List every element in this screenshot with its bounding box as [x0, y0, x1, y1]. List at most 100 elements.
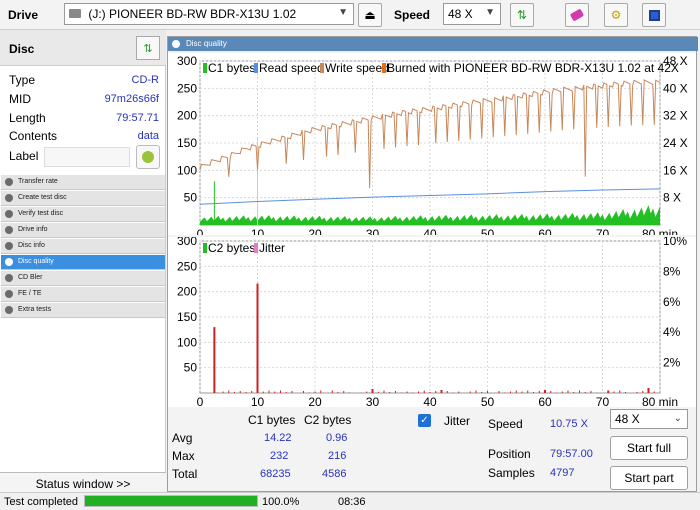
drive-icon	[69, 9, 81, 18]
drive-select[interactable]: (J:) PIONEER BD-RW BDR-X13U 1.02 ▼	[64, 3, 354, 25]
disc-mid-label: MID	[9, 92, 31, 106]
c1-x-tick: 20	[308, 227, 322, 235]
c1-y2-tick: 24 X	[663, 136, 688, 150]
legend-c2-swatch	[203, 243, 207, 253]
start-part-button[interactable]: Start part	[610, 466, 688, 490]
test-speed-select[interactable]: 48 X ⌄	[610, 409, 688, 429]
c2-x-tick: 30	[366, 395, 380, 407]
legend-read-swatch	[254, 63, 258, 73]
stats-max-c2: 216	[328, 450, 347, 462]
legend-read-speed: Read speed	[259, 61, 324, 75]
c1-y2-tick: 16 X	[663, 163, 688, 177]
c2-x-tick: 20	[308, 395, 322, 407]
c1-y2-axis: 8 X16 X24 X32 X40 X48 X	[663, 54, 688, 205]
disc-header: Disc ⇅	[0, 30, 166, 66]
c1-y2-tick: 8 X	[663, 191, 681, 205]
test-speed-value: 48 X	[615, 412, 640, 426]
menu-disc-info[interactable]: Disc info	[1, 239, 165, 254]
menu-transfer-rate[interactable]: Transfer rate	[1, 175, 165, 190]
progress-label: 100.0%	[262, 496, 300, 508]
c1-x-tick: 70	[596, 227, 610, 235]
progress-bar	[84, 495, 258, 507]
c2-y2-axis: 2% 4% 6% 8% 10%	[663, 237, 687, 370]
speed-select[interactable]: 48 X ▼	[443, 3, 501, 25]
menu-cd-bler[interactable]: CD Bler	[1, 271, 165, 286]
c2-y-tick: 250	[177, 259, 197, 273]
check-circle-icon	[142, 151, 154, 163]
label-apply-button[interactable]	[136, 145, 160, 169]
transfer-rate-icon	[5, 178, 13, 186]
c1-y-tick: 100	[177, 163, 197, 177]
disc-quality-icon	[172, 40, 180, 48]
disc-refresh-button[interactable]: ⇅	[136, 36, 160, 60]
refresh-speed-button[interactable]: ⇅	[510, 3, 534, 27]
c2-y-tick: 100	[177, 335, 197, 349]
legend-c2-bytes: C2 bytes	[208, 241, 255, 255]
samples-label: Samples	[488, 466, 535, 480]
stats-max-label: Max	[172, 449, 195, 463]
legend-c1-swatch	[203, 63, 207, 73]
speed-select-value: 48 X	[448, 7, 473, 21]
disc-mid-value: 97m26s66f	[104, 93, 159, 105]
disc-quality-icon	[5, 258, 13, 266]
chevron-down-icon: ▼	[485, 7, 495, 18]
c2-legend: C2 bytes Jitter	[203, 241, 285, 255]
fe-te-icon	[5, 290, 13, 298]
c1-y-tick: 50	[184, 191, 198, 205]
start-full-button[interactable]: Start full	[610, 436, 688, 460]
disc-quality-panel: Disc quality 50 100 150 200 250 300 8 X 16 X 24…	[167, 36, 698, 492]
options-button[interactable]: ⚙	[604, 3, 628, 27]
drive-label: Drive	[8, 8, 39, 22]
c2-x-tick: 50	[481, 395, 495, 407]
disc-contents-value: data	[137, 130, 159, 142]
stats-c2-header: C2 bytes	[304, 413, 352, 427]
legend-burned-info: Burned with PIONEER BD-RW BDR-X13U 1.02 …	[387, 61, 679, 75]
c2-y2-tick: 2%	[663, 356, 681, 370]
c2-y2-tick: 4%	[663, 325, 681, 339]
eject-icon: ⏏	[364, 8, 376, 22]
c1-y-tick: 250	[177, 81, 197, 95]
c2-y-tick: 150	[177, 310, 197, 324]
checkmark-icon: ✓	[420, 415, 429, 426]
stats-avg-label: Avg	[172, 431, 193, 445]
panel-title-text: Disc quality	[186, 39, 227, 48]
speed-stat-value: 10.75 X	[550, 418, 588, 430]
menu-verify-test-disc[interactable]: Verify test disc	[1, 207, 165, 222]
c1-x-tick: 30	[366, 227, 380, 235]
menu-extra-tests[interactable]: Extra tests	[1, 303, 165, 318]
jitter-label: Jitter	[444, 414, 471, 428]
stats-avg-c1: 14.22	[264, 432, 292, 444]
legend-write-speed: Write speed	[325, 61, 389, 75]
eject-button[interactable]: ⏏	[358, 3, 382, 27]
speed-label: Speed	[394, 8, 431, 22]
status-window-button[interactable]: Status window >>	[0, 472, 166, 494]
c1-x-tick: 80 min	[642, 227, 678, 235]
stats-max-c1: 232	[270, 450, 289, 462]
jitter-checkbox[interactable]: ✓	[418, 414, 431, 427]
c1-chart: 50100150200250300 8 X16 X24 X32 X40 X48 …	[168, 53, 696, 235]
c1-x-tick: 0	[197, 227, 204, 235]
menu-drive-info[interactable]: Drive info	[1, 223, 165, 238]
disc-contents-label: Contents	[9, 129, 58, 143]
menu-create-test-disc[interactable]: Create test disc	[1, 191, 165, 206]
save-button[interactable]	[642, 3, 666, 27]
stats-total-c1: 68235	[260, 468, 291, 480]
position-label: Position	[488, 447, 531, 461]
position-value: 79:57.00	[550, 448, 593, 460]
c2-x-axis: 0 10 20 30 40 50 60 70 80 min	[197, 395, 678, 407]
create-disc-icon	[5, 194, 13, 202]
menu-fe-te[interactable]: FE / TE	[1, 287, 165, 302]
c2-x-tick: 10	[251, 395, 265, 407]
c2-y2-tick: 6%	[663, 295, 681, 309]
disc-info-icon	[5, 242, 13, 250]
disc-type-value: CD-R	[131, 74, 160, 86]
c2-y-axis: 50 100 150 200 250 300	[177, 237, 197, 375]
menu-disc-quality[interactable]: Disc quality	[1, 255, 165, 270]
c1-y-tick: 150	[177, 136, 197, 150]
disc-length-label: Length	[9, 111, 46, 125]
disc-label-input[interactable]	[44, 147, 130, 167]
erase-button[interactable]	[565, 3, 589, 27]
c2-x-tick: 80 min	[642, 395, 678, 407]
speed-stat-label: Speed	[488, 417, 523, 431]
c2-x-tick: 0	[197, 395, 204, 407]
